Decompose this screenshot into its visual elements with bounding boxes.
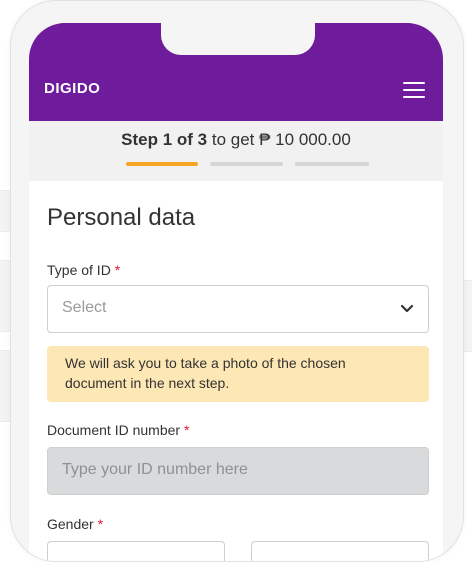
step-text: Step 1 of 3 to get ₱ 10 000.00 [29, 130, 443, 150]
required-mark: * [183, 422, 190, 438]
gender-option-2[interactable] [251, 541, 429, 561]
required-mark: * [114, 262, 121, 278]
hamburger-menu-icon[interactable] [403, 82, 425, 98]
required-mark: * [97, 516, 104, 532]
stepper: Step 1 of 3 to get ₱ 10 000.00 [29, 121, 443, 181]
phone-screen: DIGIDO Step 1 of 3 to get ₱ 10 000.00 Pe… [29, 23, 443, 561]
document-number-input[interactable]: Type your ID number here [47, 447, 429, 495]
id-type-placeholder: Select [62, 299, 107, 316]
step-bar-3 [295, 162, 369, 166]
gender-option-1[interactable] [47, 541, 225, 561]
phone-frame: DIGIDO Step 1 of 3 to get ₱ 10 000.00 Pe… [10, 0, 464, 562]
id-type-select[interactable]: Select [47, 285, 429, 333]
document-number-placeholder: Type your ID number here [62, 461, 248, 478]
gender-label: Gender * [47, 516, 104, 532]
step-bar-1 [126, 162, 198, 166]
page-title: Personal data [47, 204, 196, 231]
info-banner: We will ask you to take a photo of the c… [47, 346, 429, 402]
digido-logo[interactable]: DIGIDO [44, 80, 100, 97]
document-number-label: Document ID number * [47, 422, 190, 438]
step-bar-2 [210, 162, 283, 166]
id-type-label: Type of ID * [47, 262, 121, 278]
step-suffix: to get ₱ 10 000.00 [207, 130, 351, 149]
chevron-down-icon [400, 304, 414, 313]
step-current: Step 1 of 3 [121, 130, 208, 149]
phone-notch [161, 23, 315, 55]
